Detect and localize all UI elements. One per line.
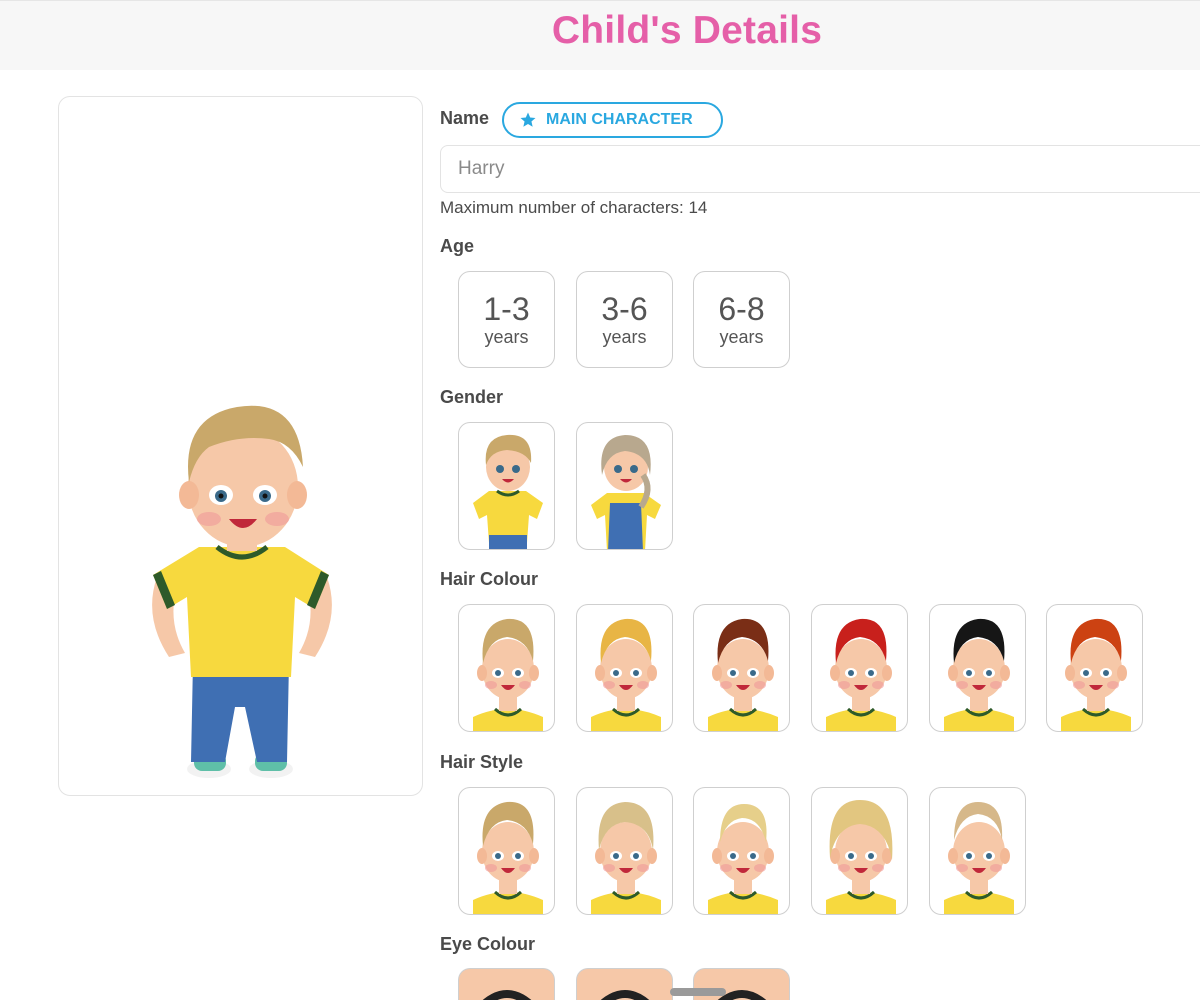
face-avatar-icon (826, 618, 896, 731)
age-label: Age (440, 236, 475, 256)
face-avatar-icon (944, 618, 1014, 731)
age-unit: years (602, 326, 647, 347)
age-option-6-8[interactable]: 6-8 years (693, 271, 790, 368)
name-field[interactable] (440, 145, 1200, 193)
face-avatar-icon (473, 618, 543, 731)
face-avatar-icon (591, 618, 661, 731)
max-chars-hint: Maximum number of characters: 14 (440, 198, 708, 217)
age-option-1-3[interactable]: 1-3 years (458, 271, 555, 368)
eye-colour-option-2[interactable] (576, 968, 673, 1000)
eye-icon (600, 990, 650, 1000)
star-icon (520, 112, 536, 127)
age-unit: years (484, 326, 529, 347)
face-avatar-icon (1061, 618, 1131, 731)
main-character-label: MAIN CHARACTER (546, 111, 693, 128)
gender-label: Gender (440, 387, 504, 407)
hair-style-option-2[interactable] (576, 787, 673, 915)
face-avatar-icon (591, 802, 661, 914)
hair-style-option-5[interactable] (929, 787, 1026, 915)
header-bar: Child's Details (0, 0, 1200, 70)
hair-style-option-1[interactable] (458, 787, 555, 915)
age-option-3-6[interactable]: 3-6 years (576, 271, 673, 368)
hair-colour-option-5[interactable] (929, 604, 1026, 732)
hair-style-option-4[interactable] (811, 787, 908, 915)
scroll-handle[interactable] (670, 988, 726, 996)
age-range: 1-3 (483, 290, 530, 327)
character-preview-illustration (152, 405, 332, 778)
main-character-badge[interactable]: MAIN CHARACTER (502, 102, 723, 138)
hair-colour-option-3[interactable] (693, 604, 790, 732)
face-avatar-icon (708, 618, 778, 731)
age-unit: years (719, 326, 764, 347)
hair-style-label: Hair Style (440, 752, 524, 772)
name-label: Name (440, 108, 490, 128)
eye-colour-label: Eye Colour (440, 934, 536, 954)
eye-icon (482, 990, 532, 1000)
hair-colour-label: Hair Colour (440, 569, 539, 589)
hair-style-option-3[interactable] (693, 787, 790, 915)
hair-colour-option-6[interactable] (1046, 604, 1143, 732)
gender-option-girl[interactable] (576, 422, 673, 550)
age-range: 6-8 (718, 290, 765, 327)
hair-colour-option-2[interactable] (576, 604, 673, 732)
page-title: Child's Details (551, 9, 823, 52)
boy-avatar-icon (473, 434, 543, 549)
face-avatar-icon (708, 804, 778, 914)
character-preview (58, 96, 423, 796)
face-avatar-icon (473, 801, 543, 914)
hair-colour-option-4[interactable] (811, 604, 908, 732)
gender-option-boy[interactable] (458, 422, 555, 550)
face-avatar-icon (944, 802, 1014, 914)
age-range: 3-6 (601, 290, 648, 327)
eye-colour-option-1[interactable] (458, 968, 555, 1000)
girl-avatar-icon (591, 435, 661, 549)
hair-colour-option-1[interactable] (458, 604, 555, 732)
face-avatar-icon (826, 800, 896, 914)
